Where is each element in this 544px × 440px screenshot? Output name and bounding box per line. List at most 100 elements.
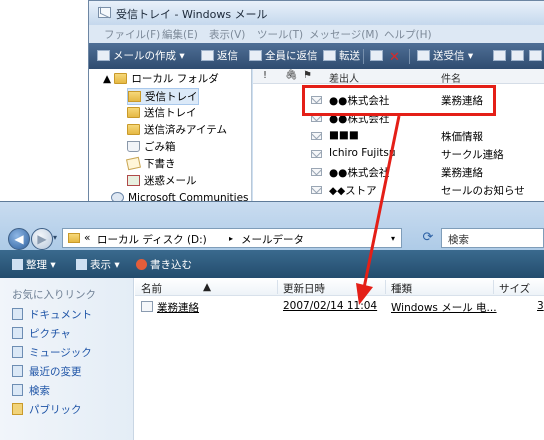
forward-icon — [323, 50, 336, 61]
nav-link-recent[interactable]: 最近の変更 — [12, 363, 82, 381]
contacts-icon — [493, 50, 506, 61]
window-title: 受信トレイ - Windows メール — [116, 8, 268, 21]
address-dropdown[interactable]: ▾ — [391, 234, 395, 243]
address-bar[interactable]: « ローカル ディスク (D:) ▸ メールデータ ▾ — [62, 228, 402, 248]
menu-tools[interactable]: ツール(T) — [257, 27, 303, 42]
folder-outbox[interactable]: 送信トレイ — [127, 105, 197, 122]
forward-nav-button[interactable]: ▶ — [31, 228, 53, 250]
outbox-icon — [127, 107, 140, 118]
send-receive-button[interactable]: 送受信 ▾ — [417, 48, 473, 64]
folder-icon — [68, 233, 80, 243]
folder-sent[interactable]: 送信済みアイテム — [127, 122, 227, 139]
sent-icon — [127, 124, 140, 135]
favorite-links-header: お気に入りリンク — [12, 289, 96, 301]
print-button[interactable] — [370, 48, 386, 64]
menu-view[interactable]: 表示(V) — [209, 27, 245, 42]
back-button[interactable]: ◀ — [8, 228, 30, 250]
sort-indicator-icon: ▲ — [203, 281, 212, 293]
organize-button[interactable]: 整理 ▾ — [12, 257, 56, 272]
navigation-pane: お気に入りリンク ドキュメント ピクチャ ミュージック 最近の変更 検索 パブリ… — [0, 278, 134, 440]
menu-message[interactable]: メッセージ(M) — [309, 27, 379, 42]
nav-link-documents[interactable]: ドキュメント — [12, 306, 92, 324]
column-size[interactable]: サイズ — [499, 281, 530, 296]
public-folder-icon — [12, 403, 23, 415]
column-divider[interactable] — [493, 280, 494, 294]
message-list-header: ! 🖇 ⚑ 差出人 件名 — [253, 69, 544, 85]
folder-local-folders[interactable]: ▲ ローカル フォルダ — [103, 71, 219, 88]
nav-link-pictures[interactable]: ピクチャ — [12, 325, 71, 343]
folder-drafts[interactable]: 下書き — [125, 156, 176, 173]
views-icon — [76, 259, 87, 270]
burn-button[interactable]: 書き込む — [136, 257, 192, 272]
recent-icon — [12, 365, 23, 377]
file-modified: 2007/02/14 11:04 — [283, 300, 378, 312]
recent-pages-dropdown[interactable]: ▾ — [53, 233, 57, 242]
menu-edit[interactable]: 編集(E) — [162, 27, 198, 42]
music-icon — [12, 346, 23, 358]
file-name: 業務連絡 — [157, 302, 199, 314]
flag-column-icon[interactable]: ⚑ — [303, 70, 312, 81]
column-subject[interactable]: 件名 — [441, 70, 461, 85]
folder-junk[interactable]: 迷惑メール — [127, 173, 197, 190]
create-mail-button[interactable]: メールの作成 ▾ — [97, 48, 185, 64]
message-row[interactable]: ●●株式会社 業務連絡 — [253, 163, 544, 181]
envelope-icon — [311, 150, 322, 158]
path-chevron[interactable]: « — [84, 232, 90, 244]
nav-link-search[interactable]: 検索 — [12, 382, 50, 400]
find-icon — [529, 50, 542, 61]
breadcrumb-folder[interactable]: メールデータ — [241, 232, 304, 247]
priority-column-icon[interactable]: ! — [263, 70, 267, 81]
search-box[interactable]: 検索 — [441, 228, 544, 248]
breadcrumb-separator[interactable]: ▸ — [229, 234, 233, 243]
reply-all-button[interactable]: 全員に返信 — [249, 48, 318, 64]
mail-toolbar: メールの作成 ▾ 返信 全員に返信 転送 ✕ 送受信 ▾ — [89, 43, 544, 69]
refresh-icon[interactable]: ⟳ — [419, 229, 437, 247]
reply-button[interactable]: 返信 — [201, 48, 238, 64]
forward-button[interactable]: 転送 — [323, 48, 360, 64]
organize-icon — [12, 259, 23, 270]
address-bar-area: ◀ ▶ ▾ « ローカル ディスク (D:) ▸ メールデータ ▾ ⟳ 検索 — [0, 202, 544, 250]
delete-button[interactable]: ✕ — [389, 48, 403, 65]
print-icon — [370, 50, 383, 61]
message-row[interactable]: ◆◆ストア セールのお知らせ — [253, 181, 544, 199]
calendar-button[interactable] — [511, 48, 527, 64]
burn-icon — [136, 259, 147, 270]
file-list-header: ▲ 名前 更新日時 種類 サイズ — [135, 278, 544, 296]
nav-link-public[interactable]: パブリック — [12, 401, 82, 419]
folder-deleted[interactable]: ごみ箱 — [127, 139, 176, 156]
nav-link-music[interactable]: ミュージック — [12, 344, 92, 362]
attachment-column-icon[interactable]: 🖇 — [285, 70, 298, 81]
draft-icon — [125, 156, 142, 171]
junk-icon — [127, 175, 140, 186]
file-list: ▲ 名前 更新日時 種類 サイズ 業務連絡 2007/02/14 11:04 W… — [135, 278, 544, 440]
breadcrumb-drive[interactable]: ローカル ディスク (D:) — [97, 232, 207, 247]
folder-pane: ▲ ローカル フォルダ 受信トレイ 送信トレイ 送信済みアイテム ごみ箱 下書き… — [89, 69, 252, 215]
folder-icon — [114, 73, 128, 84]
envelope-icon — [311, 132, 322, 140]
highlight-box — [302, 85, 496, 116]
mail-app-icon — [98, 7, 111, 18]
column-divider[interactable] — [277, 280, 278, 294]
toolbar-divider — [363, 49, 364, 64]
message-row[interactable]: Ichiro Fujitsu サークル連絡 — [253, 145, 544, 163]
message-row[interactable]: ■■■ 株価情報 — [253, 127, 544, 145]
folder-inbox[interactable]: 受信トレイ — [127, 88, 199, 105]
menu-file[interactable]: ファイル(F) — [104, 27, 160, 42]
calendar-icon — [511, 50, 524, 61]
views-button[interactable]: 表示 ▾ — [76, 257, 120, 272]
title-bar: 受信トレイ - Windows メール — [89, 1, 544, 25]
file-row[interactable]: 業務連絡 2007/02/14 11:04 Windows メール 电... 3 — [135, 298, 544, 315]
column-name[interactable]: 名前 — [141, 281, 162, 296]
column-divider[interactable] — [385, 280, 386, 294]
envelope-icon — [311, 168, 322, 176]
explorer-window: ◀ ▶ ▾ « ローカル ディスク (D:) ▸ メールデータ ▾ ⟳ 検索 整… — [0, 201, 544, 440]
toolbar-divider — [409, 49, 410, 64]
search-placeholder: 検索 — [448, 234, 469, 246]
column-from[interactable]: 差出人 — [329, 70, 359, 85]
column-type[interactable]: 種類 — [391, 281, 412, 296]
find-button[interactable] — [529, 48, 544, 64]
mail-file-icon — [141, 301, 153, 312]
menu-help[interactable]: ヘルプ(H) — [384, 27, 432, 42]
column-modified[interactable]: 更新日時 — [283, 281, 325, 296]
contacts-button[interactable] — [493, 48, 509, 64]
